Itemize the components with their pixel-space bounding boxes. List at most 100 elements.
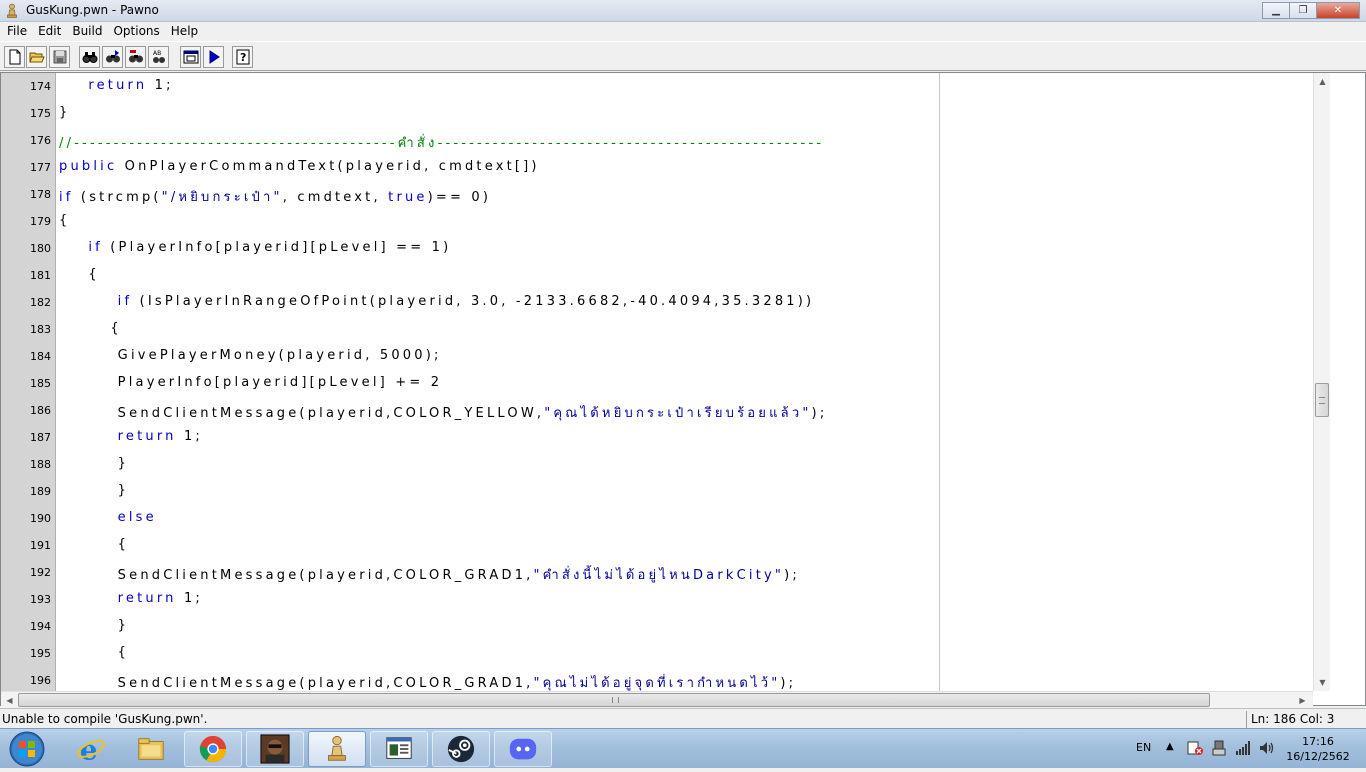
taskbar-discord[interactable] [494, 731, 552, 767]
code-comment: //--------------------------------------… [59, 136, 825, 151]
code-line[interactable]: 188 } [1, 451, 1313, 478]
scroll-left-icon[interactable]: ◀ [1, 692, 18, 709]
replace-icon [128, 50, 143, 63]
taskbar-internet-explorer[interactable]: e [62, 731, 120, 767]
taskbar-chrome[interactable] [184, 731, 242, 767]
horizontal-scrollbar[interactable]: ◀ ▶ [1, 691, 1313, 708]
start-button[interactable] [4, 730, 50, 768]
code-line[interactable]: 194 } [1, 613, 1313, 640]
line-number: 174 [30, 80, 51, 93]
menu-edit[interactable]: Edit [38, 22, 61, 41]
code-keyword: return [88, 78, 148, 93]
line-number: 193 [30, 593, 51, 606]
find-next-button[interactable] [102, 46, 123, 68]
status-bar: Unable to compile 'GusKung.pwn'. Ln: 186… [0, 708, 1366, 728]
find-button[interactable] [79, 46, 100, 68]
scroll-down-icon[interactable]: ▼ [1314, 674, 1331, 691]
code-line[interactable]: 178 if (strcmp("/หยิบกระเป๋า", cmdtext, t… [1, 181, 1313, 208]
code-line[interactable]: 179 { [1, 208, 1313, 235]
code-text: public OnPlayerCommandText(playerid, cmd… [59, 159, 540, 174]
windows-start-icon [9, 731, 45, 767]
code-editor[interactable]: 174 return 1; 175} 176//------------------… [0, 72, 1366, 708]
code-line[interactable]: 192 SendClientMessage(playerid,COLOR_GRA… [1, 559, 1313, 586]
code-line[interactable]: 193 return 1; [1, 586, 1313, 613]
code-line[interactable]: 176 //-----------------------------------… [1, 127, 1313, 154]
scroll-up-icon[interactable]: ▲ [1314, 73, 1331, 90]
code-line[interactable]: 175} [1, 100, 1313, 127]
code-line[interactable]: 189 } [1, 478, 1313, 505]
pawno-icon [328, 735, 346, 761]
code-line[interactable]: 182 if (IsPlayerInRangeOfPoint(playerid,… [1, 289, 1313, 316]
taskbar-gta-sa[interactable] [246, 731, 304, 767]
scroll-right-icon[interactable]: ▶ [1294, 692, 1311, 709]
code-line[interactable]: 183 { [1, 316, 1313, 343]
language-indicator[interactable]: EN [1136, 741, 1151, 754]
code-line[interactable]: 184 GivePlayerMoney(playerid, 5000); [1, 343, 1313, 370]
pawno-app-icon[interactable] [4, 3, 20, 19]
code-line[interactable]: 187 return 1; [1, 424, 1313, 451]
code-token: } [59, 105, 71, 120]
help-button[interactable]: ? [232, 46, 253, 68]
clock-time: 17:16 [1302, 735, 1334, 748]
new-file-button[interactable] [4, 46, 25, 68]
font-button[interactable] [180, 46, 201, 68]
taskbar-pawno[interactable] [308, 731, 366, 767]
code-text: { [59, 267, 100, 282]
code-line[interactable]: 180 if (PlayerInfo[playerid][pLevel] == … [1, 235, 1313, 262]
minimize-button[interactable]: ▁ [1262, 2, 1290, 19]
open-file-button[interactable] [26, 46, 47, 68]
code-line[interactable]: 190 else [1, 505, 1313, 532]
taskbar-document-viewer[interactable] [370, 731, 428, 767]
taskbar-file-explorer[interactable] [122, 731, 180, 767]
code-line[interactable]: 191 { [1, 532, 1313, 559]
horizontal-scroll-thumb[interactable] [18, 693, 1210, 707]
maximize-button[interactable]: ❐ [1289, 2, 1317, 19]
network-signal-icon[interactable] [1235, 740, 1251, 756]
code-text: } [59, 483, 129, 498]
toolbar: AB ? [0, 41, 1366, 71]
code-token: GivePlayerMoney(playerid, 5000); [117, 348, 442, 363]
action-center-icon[interactable] [1187, 740, 1203, 756]
system-clock[interactable]: 17:16 16/12/2562 [1282, 734, 1354, 764]
code-token: ); [780, 676, 797, 691]
grip-icon [612, 697, 619, 703]
menu-build[interactable]: Build [72, 22, 102, 41]
taskbar-steam[interactable] [432, 731, 490, 767]
menu-options[interactable]: Options [113, 22, 159, 41]
code-token: { [117, 537, 130, 552]
code-line[interactable]: 181 { [1, 262, 1313, 289]
code-text: { [59, 321, 122, 336]
save-file-icon [53, 50, 66, 64]
help-icon: ? [236, 49, 249, 65]
menu-file[interactable]: File [7, 22, 27, 41]
code-line[interactable]: 174 return 1; [1, 73, 1313, 100]
code-line[interactable]: 196 SendClientMessage(playerid,COLOR_GRA… [1, 667, 1313, 694]
internet-explorer-icon: e [77, 734, 105, 764]
vertical-scrollbar[interactable]: ▲ ▼ [1313, 73, 1330, 691]
replace-button[interactable] [125, 46, 146, 68]
line-number: 188 [30, 458, 51, 471]
window-title: GusKung.pwn - Pawno [26, 3, 159, 17]
find-icon [82, 52, 97, 63]
show-hidden-icons-icon[interactable]: ▲ [1166, 741, 1174, 752]
compile-run-button[interactable] [203, 46, 224, 68]
code-line[interactable]: 186 SendClientMessage(playerid,COLOR_YEL… [1, 397, 1313, 424]
usb-device-icon[interactable] [1211, 740, 1227, 756]
code-line[interactable]: 185 PlayerInfo[playerid][pLevel] += 2 [1, 370, 1313, 397]
line-number: 184 [30, 350, 51, 363]
code-line[interactable]: 177 public OnPlayerCommandText(playerid, … [1, 154, 1313, 181]
volume-icon[interactable] [1259, 740, 1275, 756]
code-line[interactable]: 195 { [1, 640, 1313, 667]
line-number: 189 [30, 485, 51, 498]
goto-button[interactable]: AB [148, 46, 169, 68]
menu-help[interactable]: Help [171, 22, 198, 41]
close-button[interactable]: ✕ [1316, 2, 1360, 19]
vertical-scroll-thumb[interactable] [1315, 383, 1329, 417]
save-file-button[interactable] [49, 46, 70, 68]
code-text: if (strcmp("/หยิบกระเป๋า", cmdtext, true… [59, 186, 491, 207]
